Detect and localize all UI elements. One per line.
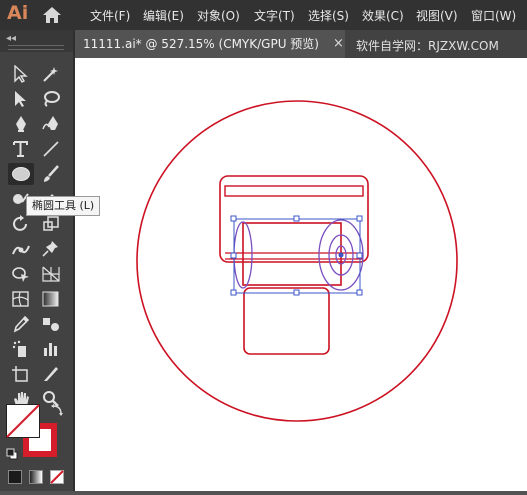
menu-effect[interactable]: 效果(C): [362, 7, 404, 24]
paper-sheet-shape: [243, 287, 330, 355]
center-point: [338, 252, 344, 258]
tool-tooltip: 椭圆工具 (L): [26, 196, 101, 216]
type-tool[interactable]: [8, 138, 34, 160]
column-graph-tool[interactable]: [38, 338, 64, 360]
blend-tool[interactable]: [38, 313, 64, 335]
artboard-tool[interactable]: [8, 363, 34, 385]
lasso-tool[interactable]: [38, 88, 64, 110]
selection-tool[interactable]: [8, 63, 34, 85]
warp-icon: [12, 245, 30, 255]
perspective-grid-icon: [42, 266, 60, 282]
mesh-icon: [12, 291, 29, 307]
knife-icon: [44, 367, 58, 381]
paintbrush-icon: [44, 165, 59, 182]
document-tab[interactable]: 11111.ai* @ 527.15% (CMYK/GPU 预览): [75, 30, 345, 58]
line-icon: [43, 141, 59, 157]
gradient-icon: [42, 291, 59, 307]
holder-bar-shape: [224, 185, 364, 197]
pen-tool[interactable]: [8, 113, 34, 135]
swap-fill-stroke-icon[interactable]: [50, 402, 64, 416]
default-colors-icon[interactable]: [6, 445, 18, 460]
warp-tool[interactable]: [8, 238, 34, 260]
fill-swatch[interactable]: [6, 404, 40, 438]
gradient-mode-button[interactable]: [29, 470, 43, 484]
app-logo: Ai: [7, 2, 29, 24]
shape-builder-icon: [12, 267, 29, 282]
symbol-sprayer-tool[interactable]: [8, 338, 34, 360]
menu-type[interactable]: 文字(T): [254, 7, 295, 24]
menu-bar: Ai 文件(F) 编辑(E) 对象(O) 文字(T) 选择(S) 效果(C) 视…: [0, 0, 527, 30]
direct-selection-tool[interactable]: [8, 88, 34, 110]
menu-window[interactable]: 窗口(W): [471, 7, 516, 24]
scale-icon: [43, 216, 59, 231]
none-mode-button[interactable]: [50, 470, 64, 484]
artboard-icon: [12, 366, 28, 382]
mesh-tool[interactable]: [8, 288, 34, 310]
rotate-tool[interactable]: [8, 213, 34, 235]
document-tab-bar: 11111.ai* @ 527.15% (CMYK/GPU 预览) × 软件自学…: [75, 30, 527, 58]
spray-icon: [12, 340, 26, 357]
collapse-icon[interactable]: ◂◂: [6, 33, 16, 44]
color-mode-button[interactable]: [8, 470, 22, 484]
artboard-canvas[interactable]: [75, 58, 527, 491]
panel-grip[interactable]: [8, 45, 64, 50]
curvature-pen-icon: [42, 116, 58, 130]
magic-wand-icon: [43, 67, 58, 82]
close-icon[interactable]: ×: [333, 36, 344, 51]
eyedropper-icon: [13, 315, 30, 333]
line-segment-tool[interactable]: [38, 138, 64, 160]
outer-circle-shape: [136, 100, 458, 422]
artwork: [136, 100, 458, 422]
puppet-warp-tool[interactable]: [38, 238, 64, 260]
perspective-grid-tool[interactable]: [38, 263, 64, 285]
menu-object[interactable]: 对象(O): [197, 7, 240, 24]
menu-select[interactable]: 选择(S): [308, 7, 349, 24]
pen-icon: [16, 116, 26, 132]
menu-view[interactable]: 视图(V): [416, 7, 458, 24]
arrow-pointer-icon: [14, 65, 28, 83]
tools-panel-header: ◂◂: [0, 30, 73, 52]
gradient-tool[interactable]: [38, 288, 64, 310]
eyedropper-tool[interactable]: [8, 313, 34, 335]
document-tab-title: 11111.ai* @ 527.15% (CMYK/GPU 预览): [83, 37, 319, 51]
curvature-tool[interactable]: [38, 113, 64, 135]
home-icon[interactable]: [42, 6, 62, 24]
roll-body-shape: [242, 222, 342, 286]
scale-tool[interactable]: [38, 213, 64, 235]
paintbrush-tool[interactable]: [38, 163, 64, 185]
menu-edit[interactable]: 编辑(E): [143, 7, 184, 24]
watermark-text: 软件自学网：RJZXW.COM: [356, 39, 499, 53]
lasso-icon: [44, 91, 60, 107]
tools-panel: ◂◂: [0, 30, 73, 491]
rotate-icon: [13, 215, 27, 231]
slice-tool[interactable]: [38, 363, 64, 385]
menu-file[interactable]: 文件(F): [90, 7, 130, 24]
blend-icon: [43, 318, 59, 331]
direct-arrow-icon: [15, 91, 26, 107]
ellipse-tool[interactable]: [8, 163, 34, 185]
magic-wand-tool[interactable]: [38, 63, 64, 85]
type-icon: [13, 141, 28, 157]
ellipse-icon: [12, 167, 30, 181]
shape-builder-tool[interactable]: [8, 263, 34, 285]
pin-icon: [42, 241, 58, 257]
bar-graph-icon: [44, 343, 57, 356]
